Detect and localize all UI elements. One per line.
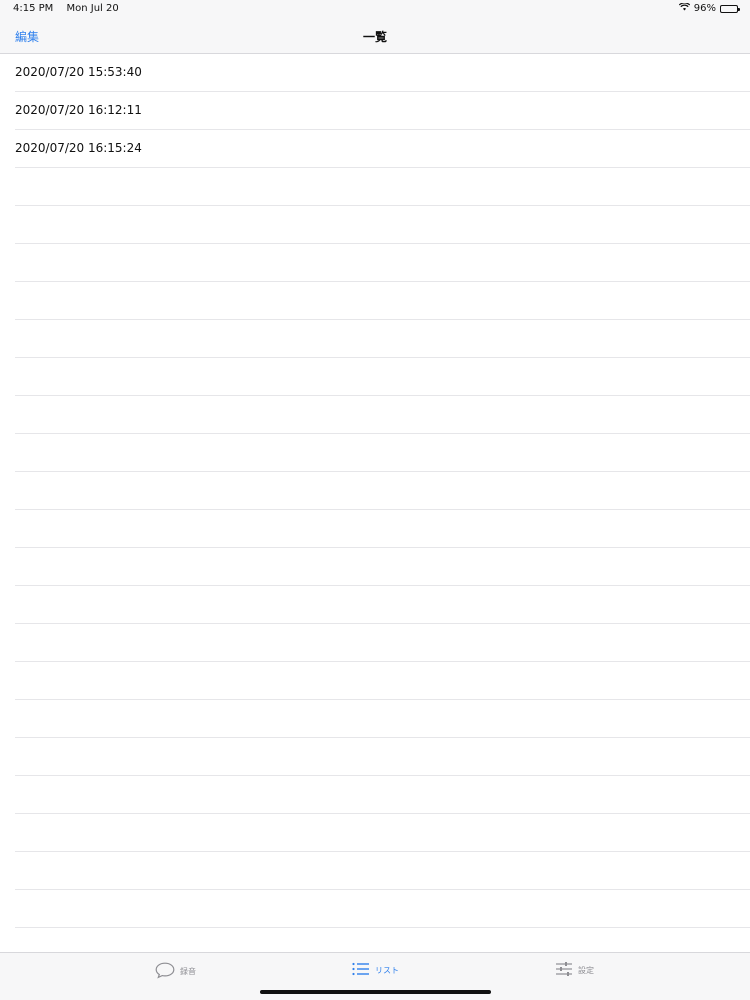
battery-percent: 96% bbox=[693, 3, 716, 14]
empty-list-row bbox=[15, 358, 750, 396]
tab-record[interactable]: 録音 bbox=[155, 962, 196, 981]
empty-list-row bbox=[15, 548, 750, 586]
list-item-label: 2020/07/20 15:53:40 bbox=[15, 65, 142, 79]
list-item[interactable]: 2020/07/20 16:12:11 bbox=[15, 92, 750, 130]
empty-list-row bbox=[15, 738, 750, 776]
tab-settings-label: 設定 bbox=[578, 965, 594, 975]
tab-list[interactable]: リスト bbox=[352, 962, 399, 978]
empty-list-row bbox=[15, 320, 750, 358]
app-screen: 4:15 PM Mon Jul 20 96% 編集 一覧 2020/07/20 … bbox=[0, 0, 750, 1000]
empty-list-row bbox=[15, 624, 750, 662]
list-item-label: 2020/07/20 16:12:11 bbox=[15, 103, 142, 117]
empty-list-row bbox=[15, 776, 750, 814]
empty-list-row bbox=[15, 852, 750, 890]
status-left: 4:15 PM Mon Jul 20 bbox=[13, 3, 119, 14]
empty-list-row bbox=[15, 928, 750, 952]
empty-list-row bbox=[15, 890, 750, 928]
empty-list-row bbox=[15, 282, 750, 320]
wifi-icon bbox=[678, 2, 690, 14]
speech-bubble-icon bbox=[155, 962, 175, 981]
tab-settings[interactable]: 設定 bbox=[555, 962, 594, 978]
status-date: Mon Jul 20 bbox=[66, 3, 119, 14]
empty-list-row bbox=[15, 510, 750, 548]
empty-list-row bbox=[15, 168, 750, 206]
page-title: 一覧 bbox=[362, 30, 387, 44]
list-icon bbox=[352, 962, 370, 978]
navigation-bar: 編集 一覧 bbox=[0, 18, 750, 54]
empty-rows bbox=[0, 168, 750, 952]
empty-list-row bbox=[15, 586, 750, 624]
recording-list[interactable]: 2020/07/20 15:53:40 2020/07/20 16:12:11 … bbox=[0, 54, 750, 952]
status-time: 4:15 PM bbox=[13, 3, 54, 14]
empty-list-row bbox=[15, 434, 750, 472]
empty-list-row bbox=[15, 244, 750, 282]
list-item-label: 2020/07/20 16:15:24 bbox=[15, 141, 142, 155]
empty-list-row bbox=[15, 700, 750, 738]
empty-list-row bbox=[15, 814, 750, 852]
status-right: 96% bbox=[678, 2, 740, 14]
empty-list-row bbox=[15, 472, 750, 510]
empty-list-row bbox=[15, 206, 750, 244]
status-bar: 4:15 PM Mon Jul 20 96% bbox=[0, 0, 750, 18]
empty-list-row bbox=[15, 396, 750, 434]
empty-list-row bbox=[15, 662, 750, 700]
tab-record-label: 録音 bbox=[180, 967, 196, 976]
list-item[interactable]: 2020/07/20 15:53:40 bbox=[15, 54, 750, 92]
home-indicator bbox=[260, 990, 491, 994]
tab-list-label: リスト bbox=[375, 965, 399, 975]
list-item[interactable]: 2020/07/20 16:15:24 bbox=[15, 130, 750, 168]
sliders-icon bbox=[555, 962, 573, 978]
battery-icon bbox=[720, 4, 740, 13]
